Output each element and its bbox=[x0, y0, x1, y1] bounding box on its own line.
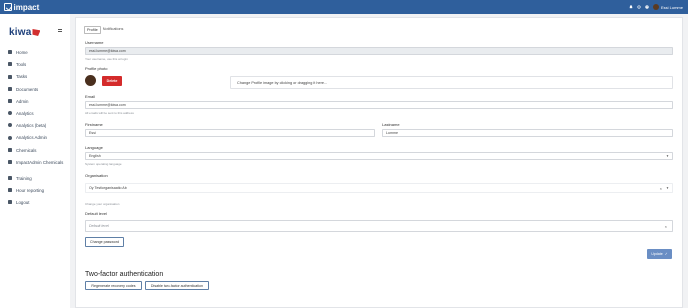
update-label: Update bbox=[651, 252, 663, 256]
sidebar-nav: Home Tools Tasks Documents Admin Analyti… bbox=[0, 50, 70, 212]
clock-icon bbox=[8, 188, 12, 193]
sidebar-item-tools[interactable]: Tools bbox=[0, 62, 70, 74]
admin-icon bbox=[8, 99, 12, 104]
chevron-down-icon: ▼ bbox=[666, 154, 669, 158]
sidebar: kiwa Home Tools Tasks Documents Admin An… bbox=[0, 14, 70, 308]
photo-dropzone[interactable]: Change Profile image by clicking or drag… bbox=[230, 76, 673, 89]
firstname-field[interactable]: Essi bbox=[85, 129, 375, 137]
language-help: System operating language bbox=[85, 162, 122, 166]
firstname-label: Firstname bbox=[85, 122, 103, 127]
analytics-icon bbox=[8, 123, 12, 128]
sidebar-item-hour-reporting[interactable]: Hour reporting bbox=[0, 188, 70, 200]
default-level-select[interactable]: Default level × bbox=[85, 220, 673, 232]
language-select[interactable]: English ▼ bbox=[85, 152, 673, 160]
sidebar-item-admin[interactable]: Admin bbox=[0, 99, 70, 111]
folder-icon bbox=[8, 86, 12, 91]
sidebar-item-impactadmin-chemicals[interactable]: ImpactAdmin Chemicals bbox=[0, 160, 70, 176]
default-level-label: Default level bbox=[85, 211, 108, 216]
tab-profile[interactable]: Profile bbox=[84, 26, 101, 34]
analytics-icon bbox=[8, 135, 12, 140]
sidebar-item-analytics[interactable]: Analytics bbox=[0, 111, 70, 123]
default-level-placeholder: Default level bbox=[89, 224, 109, 228]
profile-photo-label: Profile photo bbox=[85, 66, 108, 71]
profile-photo bbox=[85, 75, 96, 86]
sidebar-item-home[interactable]: Home bbox=[0, 50, 70, 62]
email-label: Email bbox=[85, 94, 96, 99]
delete-photo-button[interactable]: Delete bbox=[102, 76, 122, 86]
language-value: English bbox=[89, 154, 101, 158]
lastname-field[interactable]: Lumme bbox=[382, 129, 673, 137]
profile-tabs: Profile Notifications bbox=[84, 26, 125, 34]
sidebar-item-analytics-beta[interactable]: Analytics (beta) bbox=[0, 123, 70, 135]
sidebar-item-analytics-admin[interactable]: Analytics Admin bbox=[0, 135, 70, 147]
username-label: Username bbox=[85, 40, 104, 45]
tab-notifications[interactable]: Notifications bbox=[101, 26, 126, 34]
logout-icon bbox=[8, 200, 12, 205]
logo-mark-icon bbox=[32, 29, 41, 36]
email-field[interactable]: essi.lumme@kiwa.com bbox=[85, 101, 673, 109]
help-icon[interactable]: ? bbox=[645, 5, 650, 10]
change-password-button[interactable]: Change password bbox=[85, 237, 124, 247]
update-button[interactable]: Update ✓ bbox=[647, 249, 672, 259]
disable-2fa-button[interactable]: Disable two-factor authentication bbox=[145, 281, 209, 290]
user-avatar[interactable] bbox=[652, 4, 659, 10]
home-icon bbox=[8, 50, 12, 55]
language-label: Language bbox=[85, 145, 103, 150]
clear-icon[interactable]: × bbox=[665, 224, 667, 229]
flask-icon bbox=[8, 147, 12, 152]
sidebar-item-chemicals[interactable]: Chemicals bbox=[0, 148, 70, 160]
tasks-icon bbox=[8, 74, 12, 79]
top-bar: impact ? Essi Lumme bbox=[0, 0, 688, 14]
username-field: essi.lumme@kiwa.com bbox=[85, 47, 673, 55]
check-icon: ✓ bbox=[664, 252, 668, 256]
check-box-icon bbox=[4, 3, 12, 11]
menu-toggle-icon[interactable] bbox=[58, 29, 62, 32]
training-icon bbox=[8, 175, 12, 180]
profile-card: Profile Notifications Username essi.lumm… bbox=[75, 17, 683, 308]
sidebar-item-documents[interactable]: Documents bbox=[0, 87, 70, 99]
organisation-label: Organisation bbox=[85, 173, 108, 178]
app-logo[interactable]: impact bbox=[4, 2, 39, 12]
username-help: Your username, use this at login bbox=[85, 57, 128, 61]
chevron-down-icon: ▼ bbox=[666, 186, 669, 190]
analytics-icon bbox=[8, 111, 12, 116]
settings-icon[interactable] bbox=[637, 5, 642, 10]
app-title: impact bbox=[13, 2, 40, 12]
regenerate-codes-button[interactable]: Regenerate recovery codes bbox=[85, 281, 142, 290]
lastname-label: Lastname bbox=[382, 122, 400, 127]
sidebar-item-tasks[interactable]: Tasks bbox=[0, 74, 70, 86]
email-help: All emails will be sent to this address bbox=[85, 111, 134, 115]
flask-icon bbox=[8, 159, 12, 164]
organisation-value: Oy Testiorganisaatio Ab bbox=[89, 186, 127, 190]
organisation-select[interactable]: Oy Testiorganisaatio Ab × ▼ bbox=[85, 183, 673, 193]
bell-icon[interactable] bbox=[629, 5, 634, 10]
logo-text: kiwa bbox=[9, 27, 32, 38]
user-name[interactable]: Essi Lumme bbox=[661, 5, 683, 10]
kiwa-logo[interactable]: kiwa bbox=[9, 27, 41, 38]
organisation-help: Change your organisation bbox=[85, 202, 120, 206]
twofa-heading: Two-factor authentication bbox=[85, 271, 164, 278]
sidebar-item-training[interactable]: Training bbox=[0, 176, 70, 188]
tools-icon bbox=[8, 62, 12, 67]
sidebar-item-logout[interactable]: Logout bbox=[0, 200, 70, 212]
clear-icon[interactable]: × bbox=[660, 186, 662, 191]
